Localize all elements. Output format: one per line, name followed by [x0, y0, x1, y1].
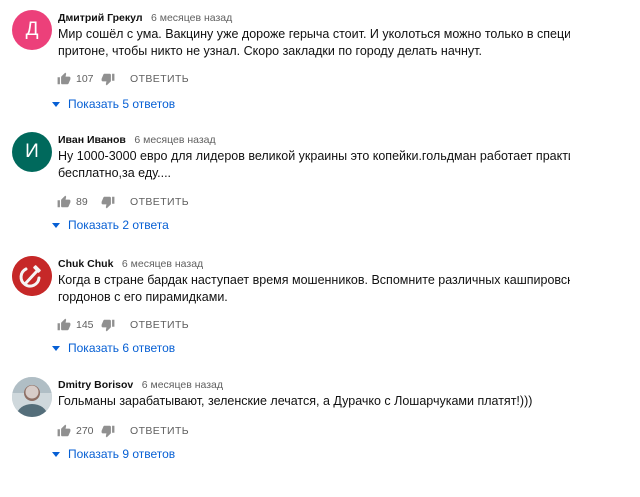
show-replies-button[interactable]: Показать 2 ответа: [52, 217, 169, 233]
comment-thread: И Иван Иванов 6 месяцев назад Ну 1000-30…: [0, 132, 640, 252]
comment-header: Chuk Chuk 6 месяцев назад: [58, 256, 203, 271]
thumb-down-icon[interactable]: [100, 317, 116, 333]
reply-button[interactable]: ОТВЕТИТЬ: [130, 196, 189, 208]
author-name[interactable]: Иван Иванов: [58, 134, 126, 146]
show-replies-button[interactable]: Показать 6 ответов: [52, 340, 175, 356]
thumb-up-icon[interactable]: [56, 71, 72, 87]
comment-actions: 89 ОТВЕТИТЬ: [56, 193, 189, 211]
avatar[interactable]: Д: [12, 10, 52, 50]
author-name[interactable]: Dmitry Borisov: [58, 379, 133, 391]
like-count: 145: [76, 319, 94, 331]
like-count: 270: [76, 425, 94, 437]
hammer-and-sickle-icon: [12, 256, 52, 296]
author-name[interactable]: Дмитрий Грекул: [58, 12, 143, 24]
comment-text-line: гордонов с его пирамидками.: [58, 290, 228, 304]
show-replies-label: Показать 6 ответов: [68, 341, 176, 355]
avatar-letter: И: [25, 141, 39, 162]
comment-actions: 107 ОТВЕТИТЬ: [56, 70, 189, 88]
comment-text: Мир сошёл с ума. Вакцину уже дороже геры…: [58, 26, 570, 60]
reply-button[interactable]: ОТВЕТИТЬ: [130, 73, 189, 85]
show-replies-label: Показать 9 ответов: [68, 447, 176, 461]
caret-down-icon: [52, 346, 60, 351]
show-replies-label: Показать 2 ответа: [68, 218, 169, 232]
show-replies-button[interactable]: Показать 9 ответов: [52, 446, 175, 462]
thumb-down-icon[interactable]: [100, 423, 116, 439]
avatar[interactable]: [12, 377, 52, 417]
avatar[interactable]: [12, 256, 52, 296]
comment-text: Гольманы зарабатывают, зеленские лечатся…: [58, 393, 570, 410]
comment-time[interactable]: 6 месяцев назад: [142, 379, 223, 391]
thumb-up-icon[interactable]: [56, 317, 72, 333]
comment-thread: Dmitry Borisov 6 месяцев назад Гольманы …: [0, 377, 640, 497]
comment-actions: 145 ОТВЕТИТЬ: [56, 316, 189, 334]
comment-time[interactable]: 6 месяцев назад: [134, 134, 215, 146]
comment-text: Ну 1000-3000 евро для лидеров великой ук…: [58, 148, 570, 182]
avatar[interactable]: И: [12, 132, 52, 172]
comment-text-line: Когда в стране бардак наступает время мо…: [58, 273, 570, 287]
thumb-down-icon[interactable]: [100, 71, 116, 87]
like-count: 89: [76, 196, 88, 208]
comment-text: Когда в стране бардак наступает время мо…: [58, 272, 570, 306]
thumb-down-icon[interactable]: [100, 194, 116, 210]
show-replies-label: Показать 5 ответов: [68, 97, 176, 111]
comment-thread: Chuk Chuk 6 месяцев назад Когда в стране…: [0, 256, 640, 376]
comment-text-line: Ну 1000-3000 евро для лидеров великой ук…: [58, 149, 570, 163]
thumb-up-icon[interactable]: [56, 194, 72, 210]
caret-down-icon: [52, 223, 60, 228]
comment-text-line: бесплатно,за еду....: [58, 166, 172, 180]
comment-text-line: притоне, чтобы никто не узнал. Скоро зак…: [58, 44, 482, 58]
comment-time[interactable]: 6 месяцев назад: [151, 12, 232, 24]
comment-actions: 270 ОТВЕТИТЬ: [56, 422, 189, 440]
profile-photo-icon: [12, 377, 52, 417]
comment-text-line: Гольманы зарабатывают, зеленские лечатся…: [58, 394, 533, 408]
comment-thread: Д Дмитрий Грекул 6 месяцев назад Мир сош…: [0, 10, 640, 130]
reply-button[interactable]: ОТВЕТИТЬ: [130, 319, 189, 331]
author-name[interactable]: Chuk Chuk: [58, 258, 113, 270]
comment-header: Иван Иванов 6 месяцев назад: [58, 132, 216, 147]
show-replies-button[interactable]: Показать 5 ответов: [52, 96, 175, 112]
caret-down-icon: [52, 452, 60, 457]
like-count: 107: [76, 73, 94, 85]
comment-header: Dmitry Borisov 6 месяцев назад: [58, 377, 223, 392]
caret-down-icon: [52, 102, 60, 107]
reply-button[interactable]: ОТВЕТИТЬ: [130, 425, 189, 437]
comment-text-line: Мир сошёл с ума. Вакцину уже дороже геры…: [58, 27, 570, 41]
comment-time[interactable]: 6 месяцев назад: [122, 258, 203, 270]
comment-header: Дмитрий Грекул 6 месяцев назад: [58, 10, 232, 25]
avatar-letter: Д: [25, 19, 39, 40]
thumb-up-icon[interactable]: [56, 423, 72, 439]
